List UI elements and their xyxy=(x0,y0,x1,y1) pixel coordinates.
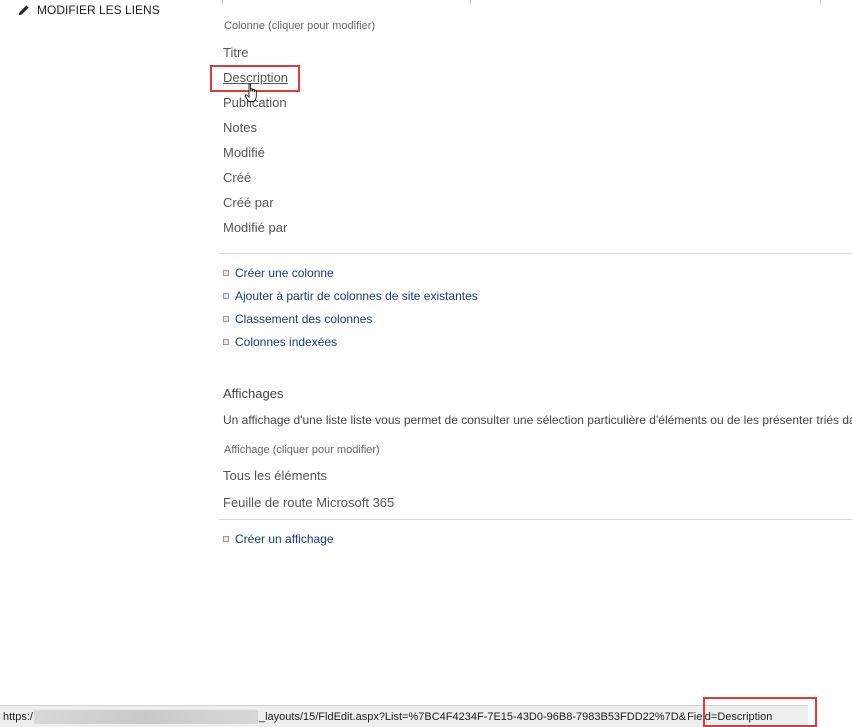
column-titre[interactable]: Titre xyxy=(223,45,249,60)
view-all-items[interactable]: Tous les éléments xyxy=(223,468,327,483)
views-description: Un affichage d'une liste liste vous perm… xyxy=(223,413,852,427)
column-cree-par[interactable]: Créé par xyxy=(223,195,274,210)
bullet-icon xyxy=(223,316,229,322)
top-border-mark xyxy=(470,0,471,4)
views-heading: Affichages xyxy=(223,386,284,401)
views-label: Affichage (cliquer pour modifier) xyxy=(224,444,380,456)
top-border-mark xyxy=(222,0,223,4)
views-divider xyxy=(219,519,852,520)
column-modifie-par[interactable]: Modifié par xyxy=(223,220,287,235)
indexed-columns-link[interactable]: Colonnes indexées xyxy=(223,335,337,349)
columns-label: Colonne (cliquer pour modifier) xyxy=(224,20,376,32)
link-label: Créer un affichage xyxy=(235,532,334,546)
status-bar-url: https:/ _layouts/15/FldEdit.aspx?List=%7… xyxy=(0,705,808,727)
bullet-icon xyxy=(223,270,229,276)
top-border-mark xyxy=(820,0,821,4)
page: MODIFIER LES LIENS Colonne (cliquer pour… xyxy=(0,0,852,727)
redacted-url-segment xyxy=(33,709,258,724)
link-label: Colonnes indexées xyxy=(235,335,338,349)
view-m365-roadmap[interactable]: Feuille de route Microsoft 365 xyxy=(223,495,394,510)
column-notes[interactable]: Notes xyxy=(223,120,257,135)
link-label: Créer une colonne xyxy=(235,266,334,280)
url-scheme: https:/ xyxy=(3,710,33,723)
create-column-link[interactable]: Créer une colonne xyxy=(223,266,334,280)
column-modifie[interactable]: Modifié xyxy=(223,145,265,160)
columns-divider xyxy=(219,253,852,254)
bullet-icon xyxy=(223,339,229,345)
url-field-param: Field=Description xyxy=(687,710,773,723)
hand-cursor-icon xyxy=(244,83,261,108)
column-cree[interactable]: Créé xyxy=(223,170,251,185)
bullet-icon xyxy=(223,293,229,299)
edit-links-label: MODIFIER LES LIENS xyxy=(37,3,160,17)
add-site-columns-link[interactable]: Ajouter à partir de colonnes de site exi… xyxy=(223,289,478,303)
link-label: Classement des colonnes xyxy=(235,312,373,326)
pencil-icon xyxy=(18,4,30,16)
bullet-icon xyxy=(223,536,229,542)
edit-links-button[interactable]: MODIFIER LES LIENS xyxy=(18,3,160,17)
link-label: Ajouter à partir de colonnes de site exi… xyxy=(235,289,478,303)
create-view-link[interactable]: Créer un affichage xyxy=(223,532,334,546)
url-path: _layouts/15/FldEdit.aspx?List=%7BC4F4234… xyxy=(258,710,687,723)
column-ordering-link[interactable]: Classement des colonnes xyxy=(223,312,372,326)
